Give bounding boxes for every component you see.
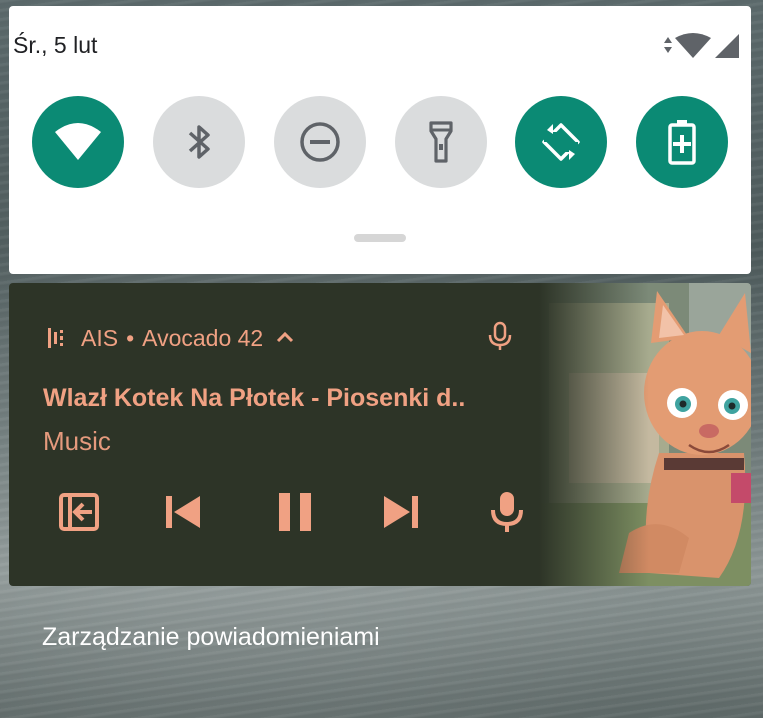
tile-flashlight[interactable] <box>395 96 487 188</box>
do-not-disturb-icon <box>300 122 340 162</box>
chevron-up-icon[interactable] <box>273 326 297 350</box>
battery-saver-icon <box>668 120 696 165</box>
quick-settings-tiles <box>32 96 732 192</box>
song-subtitle: Music <box>43 426 111 456</box>
expand-handle[interactable] <box>354 234 406 242</box>
app-logo-icon <box>48 328 63 348</box>
tile-bluetooth[interactable] <box>153 96 245 188</box>
header-separator: • <box>126 324 135 351</box>
wifi-icon <box>55 123 101 160</box>
mic-icon[interactable] <box>487 321 513 351</box>
status-icons <box>661 32 743 60</box>
next-button[interactable] <box>377 488 425 536</box>
pause-icon <box>279 493 311 531</box>
quick-settings-panel: Śr., 5 lut <box>9 6 751 274</box>
date-label: Śr., 5 lut <box>13 32 98 58</box>
skip-next-icon <box>384 496 418 528</box>
skip-previous-icon <box>166 496 200 528</box>
bluetooth-icon <box>188 125 210 159</box>
voice-button[interactable] <box>483 488 531 536</box>
auto-rotate-icon <box>542 123 580 161</box>
tile-auto-rotate[interactable] <box>515 96 607 188</box>
exit-button[interactable] <box>55 488 103 536</box>
data-activity-icon <box>664 37 672 53</box>
notification-header: AIS • Avocado 42 <box>47 321 297 355</box>
app-name: AIS <box>81 324 119 351</box>
tile-do-not-disturb[interactable] <box>274 96 366 188</box>
wifi-signal-icon <box>675 33 711 58</box>
flashlight-icon <box>429 121 453 163</box>
mic-icon <box>491 492 523 532</box>
media-controls <box>49 488 529 536</box>
cell-signal-icon <box>715 34 739 58</box>
manage-notifications-link[interactable]: Zarządzanie powiadomieniami <box>42 623 380 652</box>
song-title: Wlazł Kotek Na Płotek - Piosenki d.. <box>43 384 466 412</box>
tile-wifi[interactable] <box>32 96 124 188</box>
device-name: Avocado 42 <box>142 324 264 351</box>
album-art-fade <box>539 283 649 586</box>
pause-button[interactable] <box>271 488 319 536</box>
previous-button[interactable] <box>159 488 207 536</box>
tile-battery-saver[interactable] <box>636 96 728 188</box>
exit-icon <box>59 493 99 531</box>
media-notification[interactable]: AIS • Avocado 42 Wlazł Kotek Na Płotek -… <box>9 283 751 586</box>
